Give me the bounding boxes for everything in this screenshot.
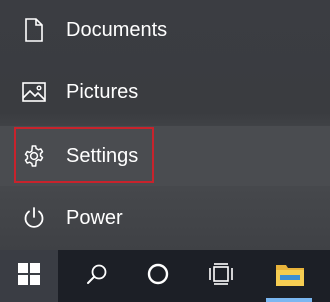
file-explorer-button[interactable] xyxy=(260,250,320,302)
cortana-button[interactable] xyxy=(129,250,187,302)
settings-highlight-box xyxy=(14,127,154,183)
windows-logo-icon xyxy=(18,262,40,290)
active-app-indicator xyxy=(266,298,312,302)
start-menu-panel: Documents Pictures Settings Power xyxy=(0,0,330,250)
start-item-power[interactable]: Power xyxy=(0,188,330,248)
task-view-icon xyxy=(209,262,235,291)
start-item-label: Pictures xyxy=(66,80,139,103)
start-item-pictures[interactable]: Pictures xyxy=(0,62,330,122)
power-icon xyxy=(21,205,47,231)
pictures-icon xyxy=(21,79,47,105)
start-item-label: Power xyxy=(66,206,123,229)
search-button[interactable] xyxy=(68,250,126,302)
cortana-icon xyxy=(146,262,170,291)
task-view-button[interactable] xyxy=(193,250,251,302)
file-explorer-icon xyxy=(275,261,305,292)
document-icon xyxy=(21,17,47,43)
start-button[interactable] xyxy=(0,250,58,302)
start-item-documents[interactable]: Documents xyxy=(0,0,330,60)
start-item-label: Documents xyxy=(66,18,168,41)
search-icon xyxy=(85,262,109,291)
taskbar xyxy=(0,250,330,302)
